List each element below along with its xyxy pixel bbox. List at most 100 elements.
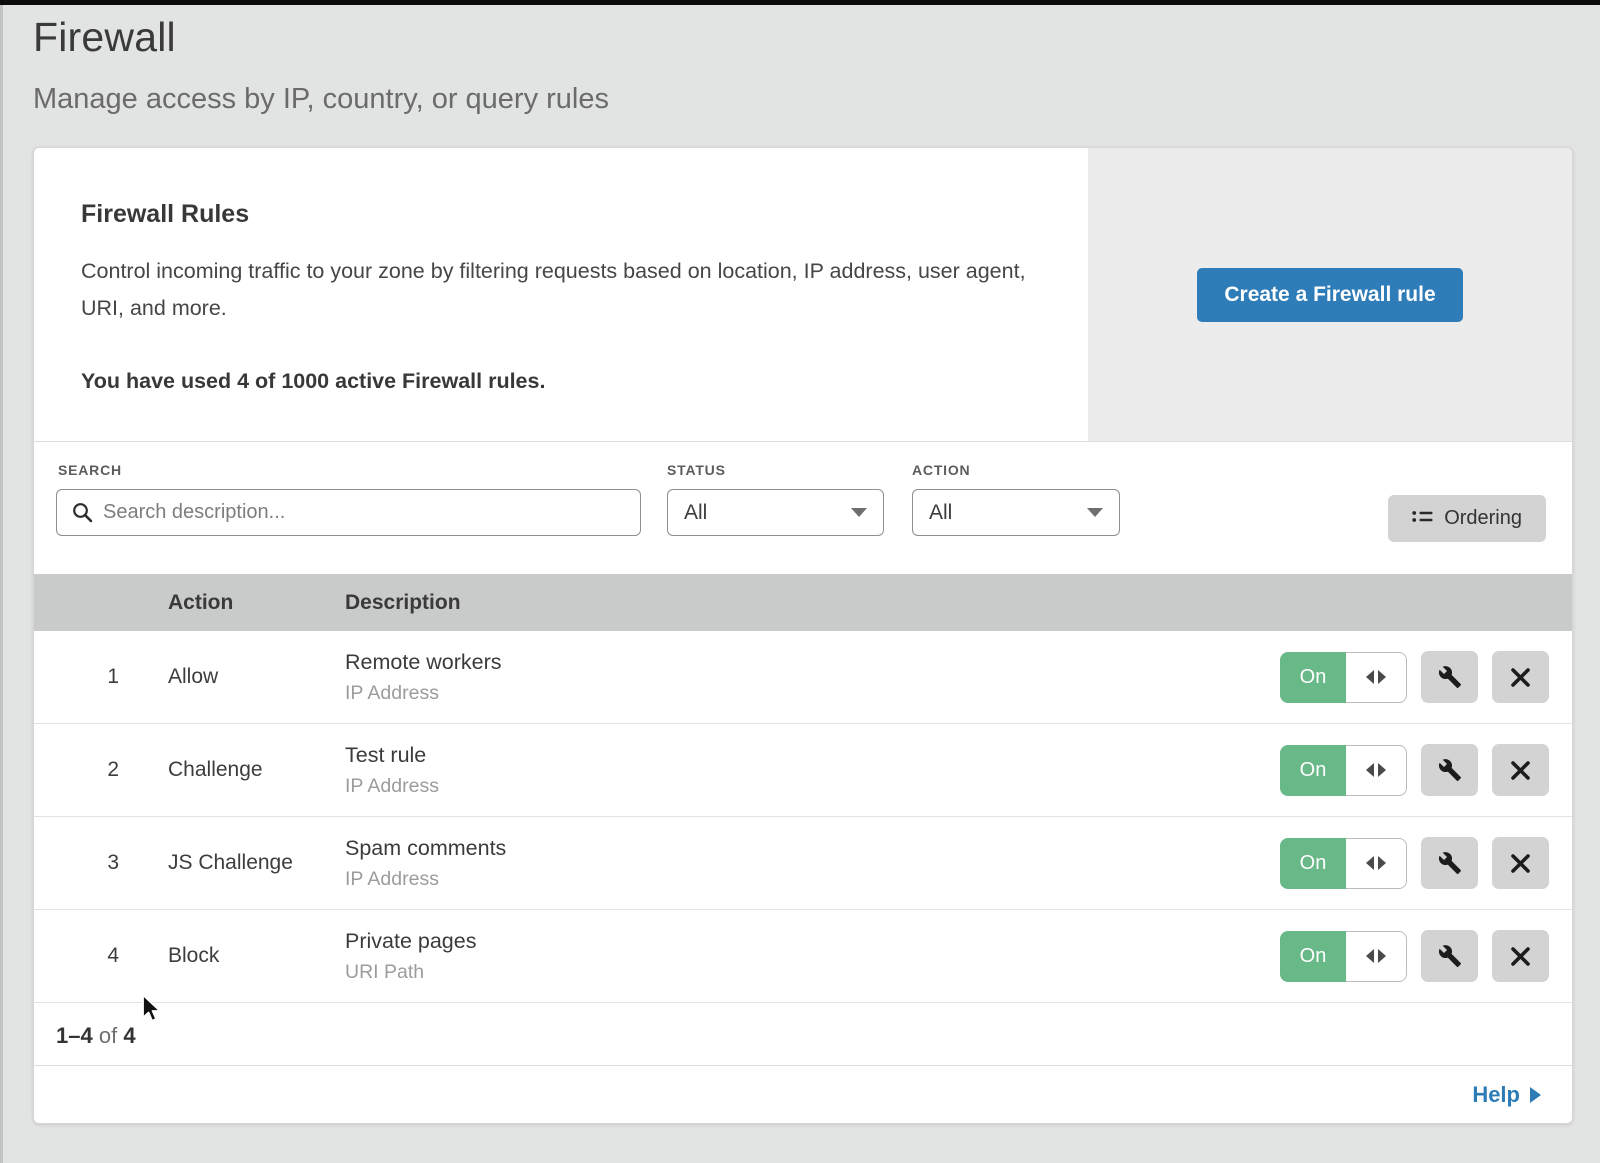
arrow-right-icon bbox=[1378, 949, 1386, 963]
table-row: 2 Challenge Test rule IP Address On bbox=[34, 724, 1572, 817]
wrench-icon bbox=[1438, 758, 1462, 782]
table-header: Action Description bbox=[34, 574, 1572, 631]
status-select[interactable]: All bbox=[667, 489, 884, 536]
ordering-button-label: Ordering bbox=[1444, 507, 1522, 530]
rule-match-type: URI Path bbox=[345, 961, 1242, 984]
rule-action: Block bbox=[168, 944, 345, 968]
pagination: 1–4 of 4 bbox=[34, 1003, 1572, 1065]
action-selected-value: All bbox=[929, 501, 952, 525]
pagination-range: 1–4 bbox=[56, 1023, 93, 1048]
toggle-handle[interactable] bbox=[1346, 838, 1407, 889]
action-select[interactable]: All bbox=[912, 489, 1120, 536]
arrow-right-icon bbox=[1378, 856, 1386, 870]
edit-rule-button[interactable] bbox=[1421, 744, 1478, 796]
edit-rule-button[interactable] bbox=[1421, 651, 1478, 703]
search-label: SEARCH bbox=[58, 462, 641, 478]
edit-rule-button[interactable] bbox=[1421, 930, 1478, 982]
screen-left-edge bbox=[0, 0, 3, 1163]
arrow-left-icon bbox=[1366, 949, 1374, 963]
status-filter-group: STATUS All bbox=[654, 462, 884, 536]
search-icon bbox=[72, 502, 93, 523]
rule-controls: On bbox=[1242, 930, 1572, 982]
rule-action: Challenge bbox=[168, 758, 345, 782]
wrench-icon bbox=[1438, 665, 1462, 689]
toggle-handle[interactable] bbox=[1346, 745, 1407, 796]
overview-section: Firewall Rules Control incoming traffic … bbox=[34, 148, 1572, 442]
chevron-down-icon bbox=[1087, 508, 1103, 517]
rule-enabled-toggle[interactable]: On bbox=[1280, 652, 1407, 703]
help-link-label: Help bbox=[1472, 1082, 1520, 1108]
search-filter-group: SEARCH bbox=[56, 462, 641, 536]
create-firewall-rule-button[interactable]: Create a Firewall rule bbox=[1197, 268, 1462, 322]
ordering-button[interactable]: Ordering bbox=[1388, 495, 1546, 542]
close-icon bbox=[1510, 760, 1531, 781]
delete-rule-button[interactable] bbox=[1492, 744, 1549, 796]
rule-match-type: IP Address bbox=[345, 682, 1242, 705]
help-link[interactable]: Help bbox=[1472, 1082, 1541, 1108]
delete-rule-button[interactable] bbox=[1492, 930, 1549, 982]
rule-priority: 1 bbox=[34, 665, 168, 689]
arrow-left-icon bbox=[1366, 670, 1374, 684]
toggle-on-segment[interactable]: On bbox=[1280, 931, 1346, 982]
create-rule-panel: Create a Firewall rule bbox=[1088, 148, 1572, 441]
firewall-rules-card: Firewall Rules Control incoming traffic … bbox=[33, 147, 1573, 1124]
rule-description-cell: Remote workers IP Address bbox=[345, 650, 1242, 705]
page-header: Firewall Manage access by IP, country, o… bbox=[0, 0, 1600, 116]
search-input[interactable] bbox=[103, 501, 628, 524]
overview-text-block: Firewall Rules Control incoming traffic … bbox=[34, 148, 1088, 441]
toggle-handle[interactable] bbox=[1346, 931, 1407, 982]
close-icon bbox=[1510, 667, 1531, 688]
rule-enabled-toggle[interactable]: On bbox=[1280, 838, 1407, 889]
edit-rule-button[interactable] bbox=[1421, 837, 1478, 889]
action-filter-group: ACTION All bbox=[898, 462, 1120, 536]
status-selected-value: All bbox=[684, 501, 707, 525]
toggle-on-segment[interactable]: On bbox=[1280, 652, 1346, 703]
delete-rule-button[interactable] bbox=[1492, 651, 1549, 703]
rule-description-cell: Private pages URI Path bbox=[345, 929, 1242, 984]
table-row: 3 JS Challenge Spam comments IP Address … bbox=[34, 817, 1572, 910]
rule-enabled-toggle[interactable]: On bbox=[1280, 931, 1407, 982]
wrench-icon bbox=[1438, 944, 1462, 968]
usage-note: You have used 4 of 1000 active Firewall … bbox=[81, 369, 1048, 394]
rule-priority: 2 bbox=[34, 758, 168, 782]
description-column-header: Description bbox=[345, 591, 1572, 615]
toggle-on-segment[interactable]: On bbox=[1280, 745, 1346, 796]
rule-action: Allow bbox=[168, 665, 345, 689]
page-subtitle: Manage access by IP, country, or query r… bbox=[33, 83, 1600, 116]
page-title: Firewall bbox=[33, 14, 1600, 61]
table-row: 4 Block Private pages URI Path On bbox=[34, 910, 1572, 1003]
arrow-left-icon bbox=[1366, 856, 1374, 870]
rule-priority: 4 bbox=[34, 944, 168, 968]
table-row: 1 Allow Remote workers IP Address On bbox=[34, 631, 1572, 724]
rule-match-type: IP Address bbox=[345, 775, 1242, 798]
toggle-handle[interactable] bbox=[1346, 652, 1407, 703]
rule-priority: 3 bbox=[34, 851, 168, 875]
rule-controls: On bbox=[1242, 744, 1572, 796]
action-label: ACTION bbox=[912, 462, 1120, 478]
section-heading: Firewall Rules bbox=[81, 200, 1048, 229]
rule-description: Spam comments bbox=[345, 836, 1242, 861]
rule-enabled-toggle[interactable]: On bbox=[1280, 745, 1407, 796]
toggle-on-segment[interactable]: On bbox=[1280, 838, 1346, 889]
status-label: STATUS bbox=[667, 462, 884, 478]
arrow-right-icon bbox=[1378, 670, 1386, 684]
pagination-total: 4 bbox=[123, 1023, 135, 1048]
rule-controls: On bbox=[1242, 837, 1572, 889]
arrow-right-icon bbox=[1378, 763, 1386, 777]
rule-description-cell: Spam comments IP Address bbox=[345, 836, 1242, 891]
close-icon bbox=[1510, 946, 1531, 967]
search-box[interactable] bbox=[56, 489, 641, 536]
rule-description: Private pages bbox=[345, 929, 1242, 954]
rule-description: Test rule bbox=[345, 743, 1242, 768]
arrow-left-icon bbox=[1366, 763, 1374, 777]
close-icon bbox=[1510, 853, 1531, 874]
screen-top-edge bbox=[0, 0, 1600, 5]
delete-rule-button[interactable] bbox=[1492, 837, 1549, 889]
list-icon bbox=[1412, 510, 1433, 528]
rule-description-cell: Test rule IP Address bbox=[345, 743, 1242, 798]
section-description: Control incoming traffic to your zone by… bbox=[81, 253, 1026, 327]
rule-action: JS Challenge bbox=[168, 851, 345, 875]
help-arrow-icon bbox=[1530, 1087, 1541, 1103]
action-column-header: Action bbox=[168, 591, 345, 615]
card-footer: Help bbox=[34, 1065, 1572, 1123]
